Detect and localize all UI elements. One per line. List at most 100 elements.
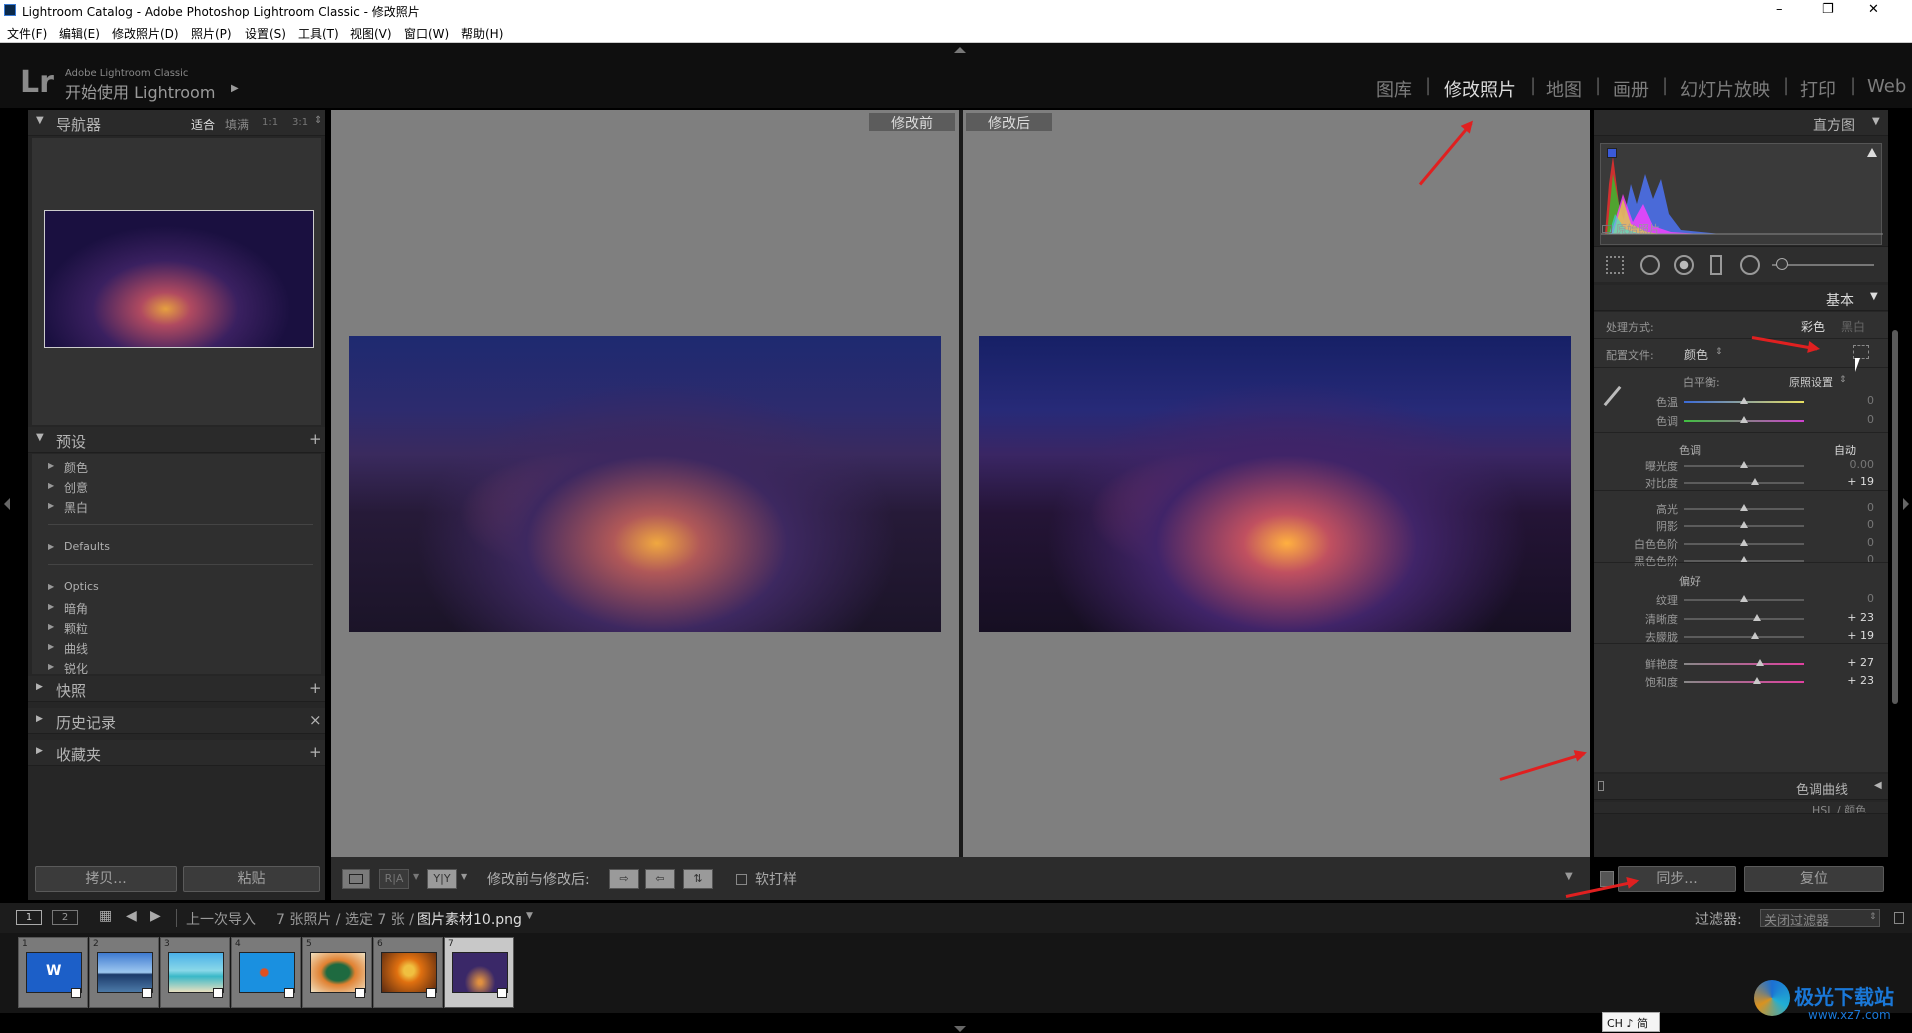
- hsl-header[interactable]: HSL / 颜色: [1594, 802, 1888, 814]
- treatment-color[interactable]: 彩色: [1801, 318, 1825, 335]
- dropdown-icon[interactable]: ▼: [413, 872, 419, 881]
- preset-group-defaults[interactable]: Defaults: [64, 540, 110, 553]
- color-slider-value[interactable]: + 23: [1804, 674, 1874, 687]
- original-photo-checkbox[interactable]: [1602, 225, 1612, 233]
- thumbnail[interactable]: 4: [231, 937, 301, 1008]
- module-map[interactable]: 地图: [1546, 76, 1582, 102]
- window-2-button[interactable]: 2: [52, 910, 78, 925]
- preset-group-optics[interactable]: Optics: [64, 580, 99, 593]
- snapshots-header[interactable]: ▶ 快照 +: [28, 676, 325, 702]
- toolbar-menu-icon[interactable]: ▼: [1565, 871, 1573, 882]
- presets-header[interactable]: ▼ 预设 +: [28, 427, 325, 453]
- expand-icon[interactable]: ▶: [48, 622, 54, 631]
- wb-slider-value[interactable]: 0: [1804, 394, 1874, 407]
- wb-slider-value[interactable]: 0: [1804, 413, 1874, 426]
- copy-before-to-after-button[interactable]: ⇨: [609, 869, 639, 889]
- red-eye-icon[interactable]: [1674, 255, 1694, 275]
- grid-icon[interactable]: ▦: [99, 908, 112, 924]
- tone-slider-knob[interactable]: [1740, 461, 1748, 468]
- expand-icon[interactable]: ▶: [48, 582, 54, 591]
- menu-window[interactable]: 窗口(W): [404, 25, 449, 42]
- expand-icon[interactable]: ▶: [48, 461, 54, 470]
- after-photo[interactable]: [979, 336, 1571, 632]
- tone-slider-value[interactable]: 0: [1804, 536, 1874, 549]
- tone-curve-header[interactable]: 色调曲线 ◀: [1594, 774, 1888, 800]
- left-panel-toggle-icon[interactable]: [4, 498, 10, 510]
- tone-slider-knob[interactable]: [1740, 504, 1748, 511]
- menu-tools[interactable]: 工具(T): [298, 25, 339, 42]
- color-slider-track[interactable]: [1684, 663, 1804, 665]
- preset-group-vignette[interactable]: 暗角: [64, 600, 88, 617]
- tone-slider-track[interactable]: [1684, 482, 1804, 484]
- presence-slider-knob[interactable]: [1753, 614, 1762, 621]
- add-snapshot-icon[interactable]: +: [309, 679, 322, 697]
- dropdown-icon[interactable]: ▼: [461, 872, 467, 881]
- bottom-panel-toggle-icon[interactable]: [954, 1026, 966, 1032]
- tone-slider-value[interactable]: 0: [1804, 553, 1874, 566]
- paste-settings-button[interactable]: 粘贴: [183, 866, 320, 892]
- color-slider-knob[interactable]: [1753, 677, 1762, 684]
- module-library[interactable]: 图库: [1376, 76, 1412, 102]
- expand-icon[interactable]: ▶: [48, 662, 54, 671]
- menu-view[interactable]: 视图(V): [350, 25, 392, 42]
- menu-photo[interactable]: 照片(P): [191, 25, 232, 42]
- copy-after-to-before-button[interactable]: ⇦: [645, 869, 675, 889]
- menu-file[interactable]: 文件(F): [7, 25, 47, 42]
- wb-slider-knob[interactable]: [1740, 416, 1748, 423]
- swap-before-after-button[interactable]: ⇅: [683, 869, 713, 889]
- collections-header[interactable]: ▶ 收藏夹 +: [28, 740, 325, 766]
- profile-dropdown[interactable]: 颜色: [1684, 346, 1708, 363]
- presence-slider-value[interactable]: + 23: [1804, 611, 1874, 624]
- history-header[interactable]: ▶ 历史记录 ×: [28, 708, 325, 734]
- dropdown-icon[interactable]: ⇕: [1839, 375, 1847, 385]
- tone-slider-value[interactable]: 0: [1804, 518, 1874, 531]
- thumbnail[interactable]: 3: [160, 937, 230, 1008]
- preset-group-grain[interactable]: 颗粒: [64, 620, 88, 637]
- tone-slider-value[interactable]: + 19: [1804, 475, 1874, 488]
- module-print[interactable]: 打印: [1800, 76, 1836, 102]
- thumbnail-selected[interactable]: 7: [444, 937, 514, 1008]
- crop-tool-icon[interactable]: [1606, 256, 1624, 274]
- back-icon[interactable]: ◀: [126, 908, 137, 924]
- presence-slider-value[interactable]: 0: [1804, 592, 1874, 605]
- right-panel-toggle-icon[interactable]: [1903, 498, 1909, 510]
- graduated-filter-icon[interactable]: [1710, 255, 1722, 275]
- tone-slider-value[interactable]: 0.00: [1804, 458, 1875, 471]
- expand-icon[interactable]: ▶: [48, 501, 54, 510]
- shadow-clip-icon[interactable]: [1607, 148, 1617, 158]
- dropdown-icon[interactable]: ⇕: [1715, 347, 1723, 357]
- menu-edit[interactable]: 编辑(E): [59, 25, 100, 42]
- expand-icon[interactable]: ▶: [48, 642, 54, 651]
- module-develop[interactable]: 修改照片: [1444, 76, 1516, 102]
- panel-toggle-icon[interactable]: [1598, 781, 1604, 791]
- preset-group-curve[interactable]: 曲线: [64, 640, 88, 657]
- navigator-preview-image[interactable]: [44, 210, 314, 348]
- module-slideshow[interactable]: 幻灯片放映: [1680, 76, 1770, 102]
- zoom-fit[interactable]: 适合: [191, 116, 215, 133]
- dropdown-icon[interactable]: ▼: [526, 911, 533, 921]
- tone-slider-knob[interactable]: [1750, 478, 1759, 485]
- wb-dropdown[interactable]: 原照设置: [1789, 374, 1833, 390]
- add-collection-icon[interactable]: +: [309, 743, 322, 761]
- color-slider-knob[interactable]: [1755, 659, 1764, 666]
- spot-removal-icon[interactable]: [1640, 255, 1660, 275]
- treatment-bw[interactable]: 黑白: [1841, 318, 1865, 335]
- loupe-view-button[interactable]: [342, 869, 370, 889]
- presence-slider-knob[interactable]: [1750, 632, 1759, 639]
- before-after-tb-button[interactable]: Y|Y: [427, 869, 457, 889]
- basic-header[interactable]: 基本 ▼: [1594, 285, 1888, 311]
- filter-lock-icon[interactable]: [1894, 912, 1904, 924]
- preset-group-bw[interactable]: 黑白: [64, 499, 88, 516]
- filter-dropdown[interactable]: 关闭过滤器 ⇕: [1760, 909, 1880, 929]
- copy-settings-button[interactable]: 拷贝...: [35, 866, 177, 892]
- clear-history-icon[interactable]: ×: [309, 711, 322, 729]
- module-web[interactable]: Web: [1867, 76, 1906, 97]
- before-after-lr-button[interactable]: R|A: [379, 869, 409, 889]
- add-preset-icon[interactable]: +: [309, 430, 322, 448]
- expand-icon[interactable]: ▶: [48, 481, 54, 490]
- ime-indicator[interactable]: CH ♪ 简: [1602, 1012, 1660, 1032]
- tone-slider-knob[interactable]: [1740, 521, 1748, 528]
- presence-slider-value[interactable]: + 19: [1804, 629, 1874, 642]
- auto-tone-button[interactable]: 自动: [1834, 442, 1856, 458]
- color-slider-track[interactable]: [1684, 681, 1804, 683]
